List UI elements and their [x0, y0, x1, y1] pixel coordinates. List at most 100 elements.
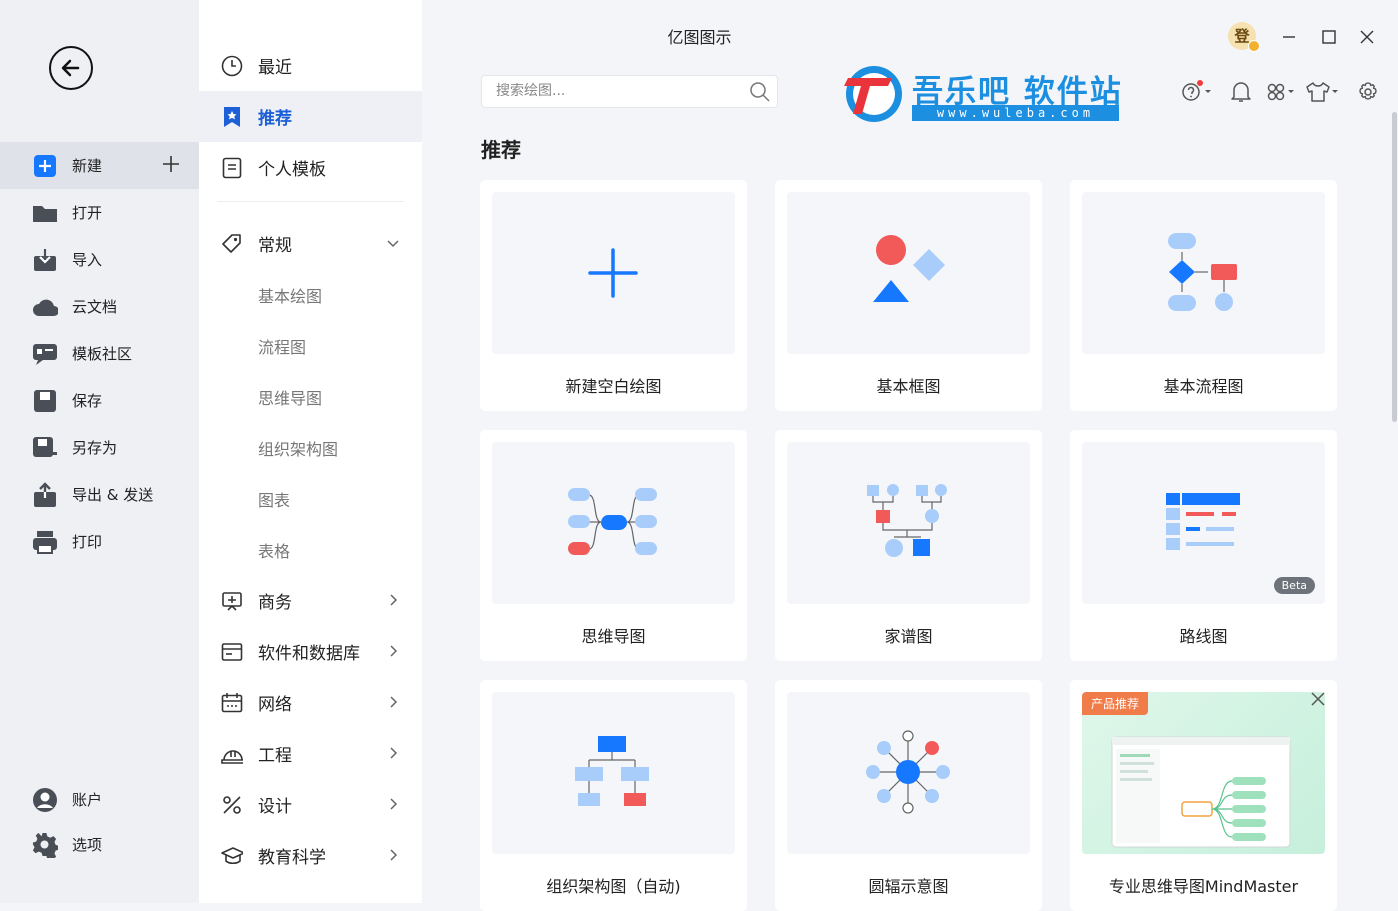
template-card-basic-block[interactable]: 基本框图 [775, 180, 1042, 411]
clock-icon [221, 55, 243, 77]
category-general[interactable]: 常规 [199, 218, 422, 269]
nav-print-label: 打印 [72, 533, 103, 551]
category-engineering[interactable]: 工程 [199, 728, 422, 779]
card-thumbnail [492, 442, 735, 604]
subcategory-basic-drawing[interactable]: 基本绘图 [199, 269, 422, 320]
category-recommended[interactable]: 推荐 [199, 91, 422, 142]
category-personal-templates[interactable]: 个人模板 [199, 142, 422, 193]
close-icon [1360, 30, 1374, 44]
template-card-radial[interactable]: 圆辐示意图 [775, 680, 1042, 911]
promo-tag: 产品推荐 [1082, 692, 1149, 715]
settings-button[interactable] [1357, 80, 1379, 104]
category-software-label: 软件和数据库 [258, 644, 360, 664]
scrollbar-thumb[interactable] [1392, 112, 1397, 422]
template-card-flowchart[interactable]: 基本流程图 [1070, 180, 1337, 411]
minimize-button[interactable] [1278, 26, 1300, 48]
left-nav: 新建 打开 导入 云文档 模板社区 保存 另存为 导出 & 发送 打印 [0, 142, 199, 565]
chevron-right-icon [390, 798, 398, 810]
nav-save-as-label: 另存为 [72, 439, 118, 457]
nav-new-label: 新建 [72, 157, 103, 175]
card-label: 专业思维导图MindMaster [1108, 877, 1299, 896]
subcategory-mindmap[interactable]: 思维导图 [199, 371, 422, 422]
nav-options[interactable]: 选项 [0, 822, 199, 867]
gear-icon [1359, 82, 1377, 100]
skin-button[interactable] [1306, 80, 1338, 104]
account-icon [32, 787, 58, 813]
category-business-label: 商务 [258, 593, 292, 613]
nav-account[interactable]: 账户 [0, 777, 199, 822]
search-box [481, 75, 778, 108]
chevron-right-icon [390, 594, 398, 606]
gear-icon [32, 832, 58, 858]
chevron-right-icon [390, 696, 398, 708]
subcategory-flowchart[interactable]: 流程图 [199, 320, 422, 371]
add-icon[interactable] [161, 154, 181, 174]
scrollbar[interactable] [1390, 0, 1398, 903]
divider [217, 201, 404, 202]
card-label: 新建空白绘图 [565, 377, 662, 396]
nav-open[interactable]: 打开 [0, 189, 199, 236]
help-button[interactable] [1180, 80, 1212, 104]
nav-save-label: 保存 [72, 392, 103, 410]
software-icon [221, 641, 243, 663]
card-thumbnail [492, 192, 735, 354]
chevron-right-icon [390, 849, 398, 861]
category-design[interactable]: 设计 [199, 779, 422, 830]
export-icon [32, 481, 58, 508]
shapes-icon [873, 235, 945, 302]
card-thumbnail [787, 692, 1030, 854]
category-network[interactable]: 网络 [199, 677, 422, 728]
community-icon [32, 341, 58, 367]
education-icon [221, 845, 243, 867]
mindmaster-preview-image [1111, 736, 1291, 848]
close-button[interactable] [1356, 26, 1378, 48]
nav-save[interactable]: 保存 [0, 377, 199, 424]
category-business[interactable]: 商务 [199, 575, 422, 626]
nav-community[interactable]: 模板社区 [0, 330, 199, 377]
template-card-org-chart-auto[interactable]: 组织架构图（自动) [480, 680, 747, 911]
family-tree-icon [867, 484, 947, 557]
nav-cloud-label: 云文档 [72, 298, 118, 316]
nav-print[interactable]: 打印 [0, 518, 199, 565]
nav-import[interactable]: 导入 [0, 236, 199, 283]
cloud-icon [32, 294, 58, 320]
card-thumbnail [1082, 192, 1325, 354]
bookmark-icon [221, 106, 243, 128]
close-icon[interactable] [1311, 692, 1325, 706]
promo-card-mindmaster[interactable]: 产品推荐 专业思维导图MindMaster [1070, 680, 1337, 911]
template-card-mindmap[interactable]: 思维导图 [480, 430, 747, 661]
nav-new[interactable]: 新建 [0, 142, 199, 189]
plus-icon [588, 248, 638, 298]
chevron-down-icon [387, 240, 399, 248]
category-personal-templates-label: 个人模板 [258, 160, 326, 180]
subcategory-org-chart[interactable]: 组织架构图 [199, 422, 422, 473]
template-card-blank[interactable]: 新建空白绘图 [480, 180, 747, 411]
bell-icon [1231, 82, 1251, 102]
subcategory-table[interactable]: 表格 [199, 524, 422, 575]
category-recent[interactable]: 最近 [199, 40, 422, 91]
business-icon [221, 590, 243, 612]
card-thumbnail: Beta [1082, 442, 1325, 604]
back-button[interactable] [49, 46, 93, 90]
category-software[interactable]: 软件和数据库 [199, 626, 422, 677]
category-education[interactable]: 教育科学 [199, 830, 422, 881]
save-as-icon [32, 435, 58, 461]
subcategory-label: 表格 [258, 541, 291, 561]
nav-export[interactable]: 导出 & 发送 [0, 471, 199, 518]
card-thumbnail [787, 192, 1030, 354]
search-icon[interactable] [749, 81, 771, 103]
notification-button[interactable] [1230, 80, 1252, 104]
nav-cloud[interactable]: 云文档 [0, 283, 199, 330]
subcategory-chart[interactable]: 图表 [199, 473, 422, 524]
chevron-right-icon [390, 645, 398, 657]
nav-export-label: 导出 & 发送 [72, 486, 154, 504]
template-card-roadmap[interactable]: Beta 路线图 [1070, 430, 1337, 661]
template-card-family-tree[interactable]: 家谱图 [775, 430, 1042, 661]
search-input[interactable] [494, 82, 738, 100]
category-general-label: 常规 [258, 236, 292, 256]
nav-save-as[interactable]: 另存为 [0, 424, 199, 471]
avatar[interactable]: 登 [1228, 22, 1260, 52]
maximize-button[interactable] [1318, 26, 1340, 48]
apps-button[interactable] [1265, 80, 1297, 104]
mindmap-icon [568, 488, 657, 555]
